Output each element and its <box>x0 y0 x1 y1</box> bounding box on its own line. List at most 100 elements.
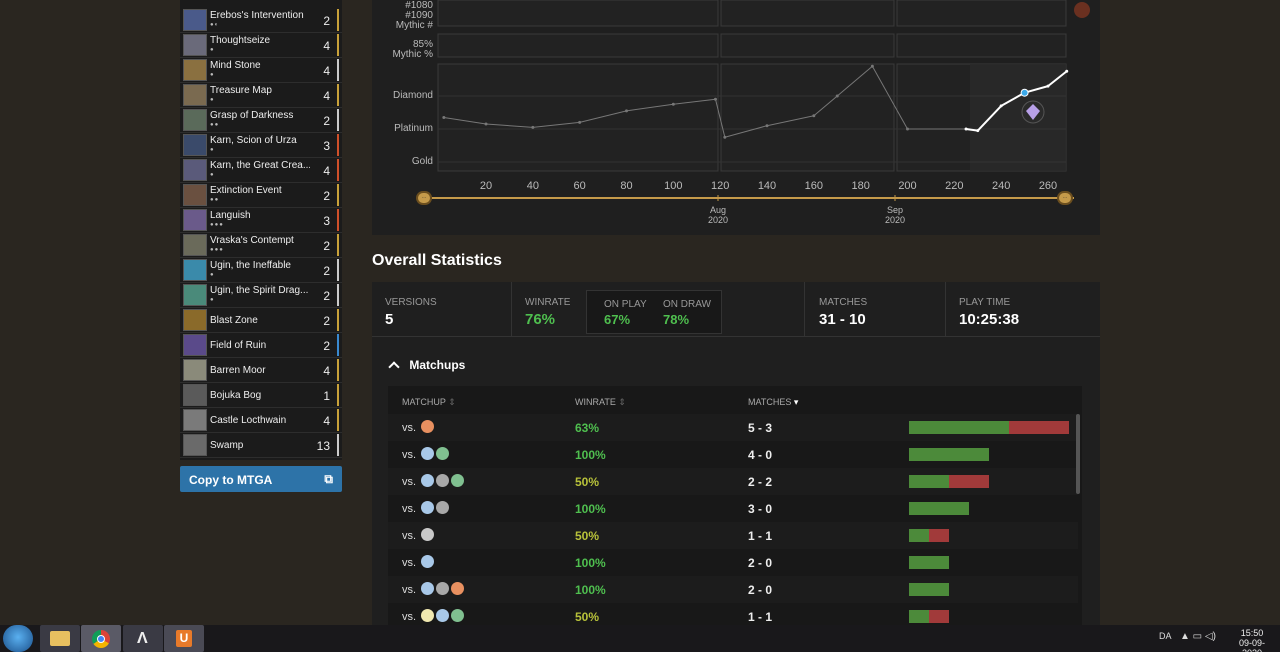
deck-card-row[interactable]: Treasure Map ● 4 <box>180 83 342 108</box>
card-rarity-bar <box>337 359 339 381</box>
deck-card-row[interactable]: Swamp 13 <box>180 433 342 458</box>
wins-segment <box>909 610 929 623</box>
opponent-colors <box>421 447 451 465</box>
versions-stat: VERSIONS 5 <box>372 282 512 336</box>
table-scrollbar[interactable] <box>1076 414 1080 494</box>
rank-data-point <box>723 135 727 139</box>
rank-data-point <box>870 64 874 68</box>
deck-card-row[interactable]: Erebos's Intervention ●◐ 2 <box>180 8 342 33</box>
file-explorer-icon[interactable] <box>40 625 80 652</box>
card-rarity-bar <box>337 309 339 331</box>
opponent-colors <box>421 420 436 438</box>
copy-to-mtga-button[interactable]: Copy to MTGA ⧉ <box>180 466 342 492</box>
windows-start-icon[interactable] <box>3 625 33 652</box>
mana-color-icon <box>421 555 434 568</box>
matchup-matches: 2 - 0 <box>748 583 773 597</box>
card-art <box>183 59 207 81</box>
card-art <box>183 9 207 31</box>
matchup-column-header[interactable]: MATCHUP ⇕ <box>402 397 456 408</box>
mana-color-icon <box>451 582 464 595</box>
sort-icon: ⇕ <box>618 397 626 407</box>
y-axis-label: Mythic # <box>395 20 433 31</box>
matches-label: MATCHES <box>819 297 868 308</box>
chart-panel-box <box>896 0 1067 27</box>
keyboard-language[interactable]: DA <box>1159 631 1172 641</box>
rank-data-point <box>835 94 839 98</box>
card-art <box>183 309 207 331</box>
card-rarity-bar <box>337 9 339 31</box>
card-name: Languish <box>210 210 251 221</box>
rank-data-point <box>1065 69 1069 73</box>
deck-card-row[interactable]: Karn, the Great Crea... ● 4 <box>180 158 342 183</box>
deck-card-row[interactable]: Vraska's Contempt ●●● 2 <box>180 233 342 258</box>
matchup-matches: 2 - 2 <box>748 475 773 489</box>
slider-handle[interactable]: ⋯ <box>1057 191 1073 205</box>
win-loss-bar <box>909 421 1069 434</box>
losses-segment <box>949 475 989 488</box>
deck-card-row[interactable]: Ugin, the Ineffable ● 2 <box>180 258 342 283</box>
deck-card-row[interactable]: Barren Moor 4 <box>180 358 342 383</box>
opponent-colors <box>421 528 436 546</box>
card-quantity: 4 <box>323 64 330 78</box>
slider-handle[interactable]: ⋯ <box>416 191 432 205</box>
winrate-column-header[interactable]: WINRATE ⇕ <box>575 397 626 408</box>
rank-data-point <box>531 125 535 129</box>
deck-card-row[interactable]: Thoughtseize ● 4 <box>180 33 342 58</box>
clock-time: 15:50 <box>1240 628 1264 638</box>
card-quantity: 2 <box>323 239 330 253</box>
deck-card-row[interactable]: Field of Ruin 2 <box>180 333 342 358</box>
mana-cost: ●◐ <box>210 22 220 28</box>
matchups-toggle[interactable]: Matchups <box>388 358 465 373</box>
mana-cost: ● <box>210 147 215 153</box>
deck-card-row[interactable]: Karn, Scion of Urza ● 3 <box>180 133 342 158</box>
win-loss-bar <box>909 502 969 515</box>
deck-card-row[interactable]: Grasp of Darkness ●● 2 <box>180 108 342 133</box>
deck-card-row[interactable]: Languish ●●● 3 <box>180 208 342 233</box>
card-name: Ugin, the Spirit Drag... <box>210 285 309 296</box>
opponent-colors <box>421 474 466 492</box>
y-axis-label: Platinum <box>394 123 433 134</box>
matchup-row[interactable]: vs. 100% 2 - 0 <box>388 576 1078 603</box>
onplay-value: 67% <box>604 312 631 327</box>
ondraw-label: ON DRAW <box>663 299 711 310</box>
matchup-row[interactable]: vs. 50% 1 - 1 <box>388 522 1078 549</box>
sort-icon: ⇕ <box>448 397 456 407</box>
rank-data-point <box>442 115 446 119</box>
rank-data-point <box>713 97 717 101</box>
matchup-vs: vs. <box>402 503 417 515</box>
matchup-row[interactable]: vs. 100% 3 - 0 <box>388 495 1078 522</box>
deck-card-row[interactable]: Blast Zone 2 <box>180 308 342 333</box>
matches-column-header[interactable]: MATCHES ▾ <box>748 397 798 408</box>
mana-color-icon <box>436 474 449 487</box>
matchup-row[interactable]: vs. 100% 2 - 0 <box>388 549 1078 576</box>
deck-card-row[interactable]: Mind Stone ● 4 <box>180 58 342 83</box>
clock-date: 09-09-2020 <box>1238 638 1265 652</box>
deck-card-row[interactable]: Extinction Event ●● 2 <box>180 183 342 208</box>
mana-cost: ● <box>210 272 215 278</box>
matchup-winrate: 63% <box>575 421 600 435</box>
mana-color-icon <box>421 447 434 460</box>
chrome-icon[interactable] <box>81 625 121 652</box>
clock[interactable]: 15:50 09-09-2020 <box>1232 628 1272 652</box>
deck-card-row[interactable]: Bojuka Bog 1 <box>180 383 342 408</box>
untapped-app-icon[interactable]: U <box>164 625 204 652</box>
matchup-vs: vs. <box>402 476 417 488</box>
versions-value: 5 <box>385 311 394 328</box>
matchup-winrate: 100% <box>575 448 606 462</box>
matchup-vs: vs. <box>402 422 417 434</box>
matchup-row[interactable]: vs. 50% 2 - 2 <box>388 468 1078 495</box>
deck-card-row[interactable]: Castle Locthwain 4 <box>180 408 342 433</box>
card-rarity-bar <box>337 259 339 281</box>
matchup-row[interactable]: vs. 63% 5 - 3 <box>388 414 1078 441</box>
system-tray-icons[interactable]: ▲ ▭ ◁) <box>1180 631 1216 642</box>
deck-card-row[interactable]: Ugin, the Spirit Drag... ● 2 <box>180 283 342 308</box>
matchup-winrate: 100% <box>575 502 606 516</box>
chart-panel-box <box>437 33 719 58</box>
arena-app-icon[interactable]: Λ <box>123 625 163 652</box>
matchup-winrate: 100% <box>575 556 606 570</box>
card-rarity-bar <box>337 134 339 156</box>
month-name: Aug <box>709 205 726 215</box>
windows-taskbar: Λ U DA ▲ ▭ ◁) 15:50 09-09-2020 <box>0 625 1280 652</box>
matchup-row[interactable]: vs. 100% 4 - 0 <box>388 441 1078 468</box>
card-quantity: 2 <box>323 264 330 278</box>
